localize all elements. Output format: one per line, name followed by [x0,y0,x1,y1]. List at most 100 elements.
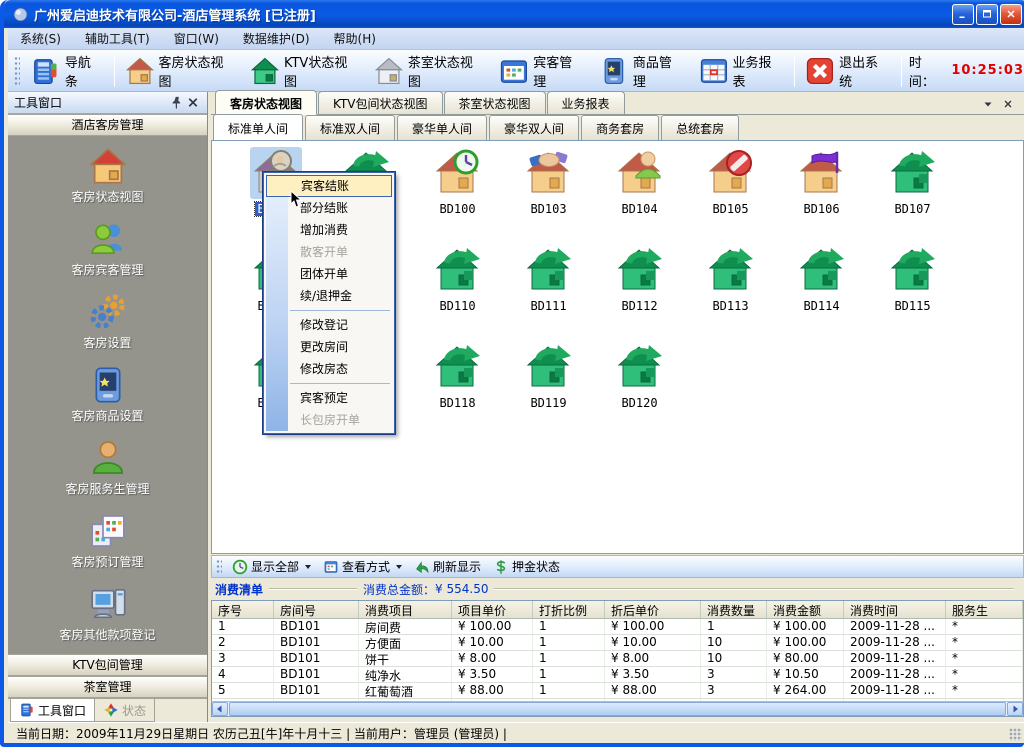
sidebar-item-guest-mgmt[interactable]: 客房宾客管理 [8,219,207,292]
context-menu-item-11[interactable]: 宾客预定 [290,387,392,409]
scroll-left-icon[interactable] [212,702,228,716]
room-item-BD106[interactable]: BD106 [776,147,867,244]
tab-deluxe-single[interactable]: 豪华单人间 [397,115,487,140]
sidebar-item-other-payments[interactable]: 客房其他款项登记 [8,584,207,654]
refresh-button[interactable]: 刷新显示 [408,558,487,575]
room-item-BD100[interactable]: BD100 [412,147,503,244]
context-menu-item-8[interactable]: 更改房间 [290,336,392,358]
scrollbar-thumb[interactable] [229,702,1006,716]
time-label: 时间： [909,52,947,90]
tab-tool-window[interactable]: 工具窗口 [10,699,95,722]
show-all-button[interactable]: 显示全部 [226,558,317,575]
room-item-BD111[interactable]: BD111 [503,244,594,341]
column-header-2[interactable]: 消费项目 [359,601,452,618]
room-item-BD114[interactable]: BD114 [776,244,867,341]
room-item-BD113[interactable]: BD113 [685,244,776,341]
context-menu-item-2[interactable]: 增加消费 [290,219,392,241]
toolbar-label: 商品管理 [633,52,685,90]
context-menu-item-1[interactable]: 部分结账 [290,197,392,219]
tab-business-suite[interactable]: 商务套房 [581,115,659,140]
room-item-BD119[interactable]: BD119 [503,341,594,438]
sidebar-section-tea[interactable]: 茶室管理 [8,676,207,698]
sidebar-section-hotel-rooms[interactable]: 酒店客房管理 [8,114,207,136]
room-item-BD107[interactable]: BD107 [867,147,958,244]
scroll-right-icon[interactable] [1007,702,1023,716]
table-row-1[interactable]: 1BD101房间费¥ 100.001¥ 100.001¥ 100.002009-… [212,619,1023,635]
room-item-BD103[interactable]: BD103 [503,147,594,244]
room-item-BD120[interactable]: BD120 [594,341,685,438]
column-header-1[interactable]: 房间号 [274,601,359,618]
context-menu-item-4[interactable]: 团体开单 [290,263,392,285]
tab-ktv-status-view[interactable]: KTV包间状态视图 [318,91,442,114]
tab-standard-single[interactable]: 标准单人间 [213,114,303,141]
tab-standard-double[interactable]: 标准双人间 [305,115,395,140]
context-menu-item-0[interactable]: 宾客结账 [266,175,392,197]
menu-help[interactable]: 帮助(H) [322,28,388,49]
table-cell: 4 [212,667,274,682]
sidebar-section-ktv[interactable]: KTV包间管理 [8,654,207,676]
room-vacant-icon [523,341,575,393]
toolbar-exit-button[interactable]: 退出系统 [798,49,898,93]
toolbar-navigator-button[interactable]: 导航条 [24,49,111,93]
maximize-button[interactable] [976,4,998,25]
context-menu-item-5[interactable]: 续/退押金 [290,285,392,307]
menu-data-maintain[interactable]: 数据维护(D) [231,28,322,49]
column-header-3[interactable]: 项目单价 [452,601,533,618]
minimize-button[interactable] [952,4,974,25]
sidebar-item-room-settings[interactable]: 客房设置 [8,292,207,365]
room-vacant-icon [887,147,939,199]
column-header-4[interactable]: 打折比例 [533,601,605,618]
table-row-2[interactable]: 2BD101方便面¥ 10.001¥ 10.0010¥ 100.002009-1… [212,635,1023,651]
column-header-8[interactable]: 消费时间 [844,601,946,618]
column-header-6[interactable]: 消费数量 [701,601,767,618]
table-row-5[interactable]: 5BD101红葡萄酒¥ 88.001¥ 88.003¥ 264.002009-1… [212,683,1023,699]
toolbar-report-button[interactable]: 业务报表 [692,49,792,93]
toolbar-tea-status-button[interactable]: 茶室状态视图 [367,49,492,93]
close-button[interactable] [1000,4,1022,25]
room-blocked-icon [705,147,757,199]
close-panel-icon[interactable] [185,95,201,110]
menu-window[interactable]: 窗口(W) [162,28,231,49]
tab-tea-status-view[interactable]: 茶室状态视图 [444,91,546,114]
room-item-BD118[interactable]: BD118 [412,341,503,438]
toolbar-ktv-status-button[interactable]: KTV状态视图 [243,49,367,93]
tab-business-report[interactable]: 业务报表 [547,91,625,114]
clock-icon [232,559,248,575]
context-menu-item-9[interactable]: 修改房态 [290,358,392,380]
tab-status[interactable]: 状态 [95,699,155,722]
tab-close-icon[interactable] [1002,98,1014,110]
tab-dropdown-icon[interactable] [982,98,994,110]
pin-icon[interactable] [169,95,185,110]
column-header-7[interactable]: 消费金额 [767,601,844,618]
column-header-0[interactable]: 序号 [212,601,274,618]
room-item-BD105[interactable]: BD105 [685,147,776,244]
toolbar-grip[interactable] [14,56,20,86]
room-item-BD112[interactable]: BD112 [594,244,685,341]
toolbar-guest-mgmt-button[interactable]: 宾客管理 [492,49,592,93]
room-item-BD115[interactable]: BD115 [867,244,958,341]
table-row-4[interactable]: 4BD101纯净水¥ 3.501¥ 3.503¥ 10.502009-11-28… [212,667,1023,683]
room-item-BD110[interactable]: BD110 [412,244,503,341]
table-row-3[interactable]: 3BD101饼干¥ 8.001¥ 8.0010¥ 80.002009-11-28… [212,651,1023,667]
menu-system[interactable]: 系统(S) [8,28,73,49]
sidebar-item-waiter-mgmt[interactable]: 客房服务生管理 [8,438,207,511]
table-cell: 1 [701,619,767,634]
deposit-status-button[interactable]: 押金状态 [487,558,566,575]
tab-deluxe-double[interactable]: 豪华双人间 [489,115,579,140]
column-header-9[interactable]: 服务生 [946,601,1023,618]
sidebar-item-room-status[interactable]: 客房状态视图 [8,146,207,219]
toolbar-goods-mgmt-button[interactable]: 商品管理 [592,49,692,93]
tab-president-suite[interactable]: 总统套房 [661,115,739,140]
view-mode-icon [323,559,339,575]
context-menu-item-7[interactable]: 修改登记 [290,314,392,336]
column-header-5[interactable]: 折后单价 [605,601,701,618]
view-mode-button[interactable]: 查看方式 [317,558,408,575]
tab-room-status-view[interactable]: 客房状态视图 [215,90,317,115]
toolbar-grip[interactable] [216,559,222,575]
resize-grip-icon[interactable] [1009,728,1022,741]
sidebar-item-goods-settings[interactable]: 客房商品设置 [8,365,207,438]
room-item-BD104[interactable]: BD104 [594,147,685,244]
toolbar-room-status-button[interactable]: 客房状态视图 [118,49,243,93]
sidebar-item-booking-mgmt[interactable]: 客房预订管理 [8,511,207,584]
menu-aux-tools[interactable]: 辅助工具(T) [73,28,162,49]
